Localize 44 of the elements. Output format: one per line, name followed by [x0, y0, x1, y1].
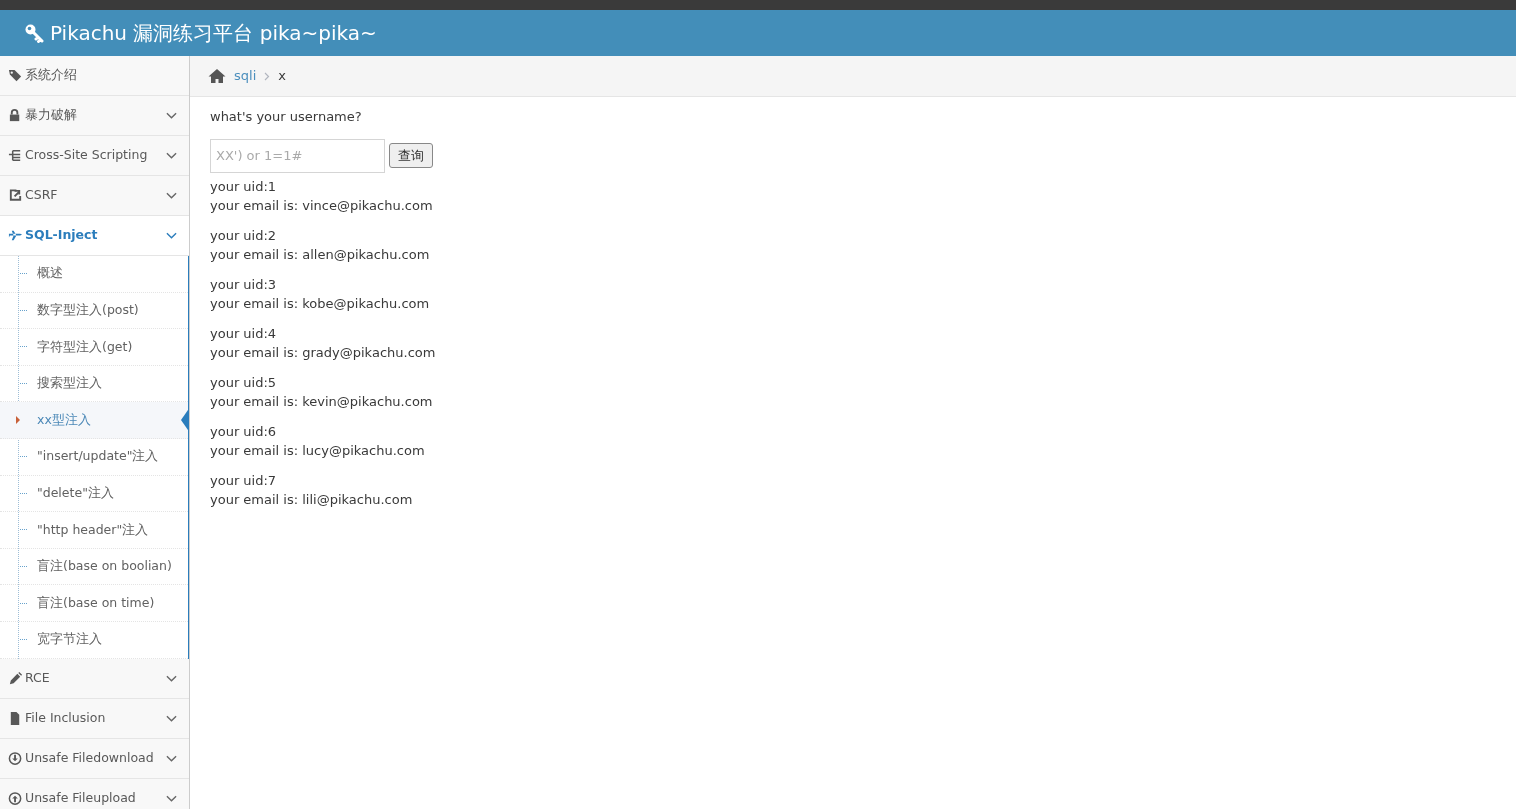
- email-text: your email is: grady@pikachu.com: [210, 343, 437, 362]
- share-icon: [8, 188, 23, 203]
- uid-text: your uid:4: [210, 324, 278, 343]
- tag-icon: [8, 68, 23, 83]
- submenu-item[interactable]: 盲注(base on boolian): [0, 548, 188, 586]
- uid-text: your uid:7: [210, 471, 278, 490]
- download-icon: [8, 750, 23, 766]
- upload-icon: [8, 790, 23, 806]
- email-text: your email is: kobe@pikachu.com: [210, 294, 431, 313]
- prompt-text: what's your username?: [210, 108, 363, 126]
- uid-text: your uid:1: [210, 177, 278, 196]
- site-title: Pikachu 漏洞练习平台 pika~pika~: [50, 20, 377, 47]
- submenu-item[interactable]: "insert/update"注入: [0, 438, 188, 476]
- submenu-item[interactable]: 宽字节注入: [0, 621, 188, 659]
- key-icon: [24, 23, 44, 43]
- submenu-item[interactable]: "delete"注入: [0, 475, 188, 513]
- chevron-icon: [166, 190, 177, 201]
- email-text: your email is: lili@pikachu.com: [210, 490, 414, 509]
- email-text: your email is: vince@pikachu.com: [210, 196, 434, 215]
- email-text: your email is: kevin@pikachu.com: [210, 392, 434, 411]
- email-text: your email is: allen@pikachu.com: [210, 245, 431, 264]
- chevron-icon: [166, 230, 177, 241]
- uid-text: your uid:5: [210, 373, 278, 392]
- chevron-icon: [166, 150, 177, 161]
- menu-item[interactable]: SQL-Inject: [0, 216, 189, 256]
- pencil-icon: [8, 670, 23, 686]
- home-icon[interactable]: [208, 68, 226, 84]
- submenu-item[interactable]: 概述: [0, 256, 188, 293]
- submenu-item[interactable]: xx型注入: [0, 402, 188, 439]
- query-button[interactable]: 查询: [389, 143, 433, 168]
- submenu-item[interactable]: "http header"注入: [0, 512, 188, 549]
- username-field[interactable]: XX') or 1=1#: [210, 138, 385, 173]
- uid-text: your uid:2: [210, 226, 278, 245]
- sitemap-icon: [8, 148, 23, 163]
- chevron-icon: [166, 110, 177, 121]
- chevron-icon: [264, 71, 271, 81]
- uid-text: your uid:6: [210, 422, 278, 441]
- submenu-item[interactable]: 字符型注入(get): [0, 329, 188, 366]
- breadcrumb-current: x: [278, 67, 286, 86]
- uid-text: your uid:3: [210, 275, 278, 294]
- email-text: your email is: lucy@pikachu.com: [210, 441, 426, 460]
- plane-icon: [8, 228, 23, 243]
- submenu-item[interactable]: 盲注(base on time): [0, 585, 188, 622]
- submenu-item[interactable]: 数字型注入(post): [0, 292, 188, 330]
